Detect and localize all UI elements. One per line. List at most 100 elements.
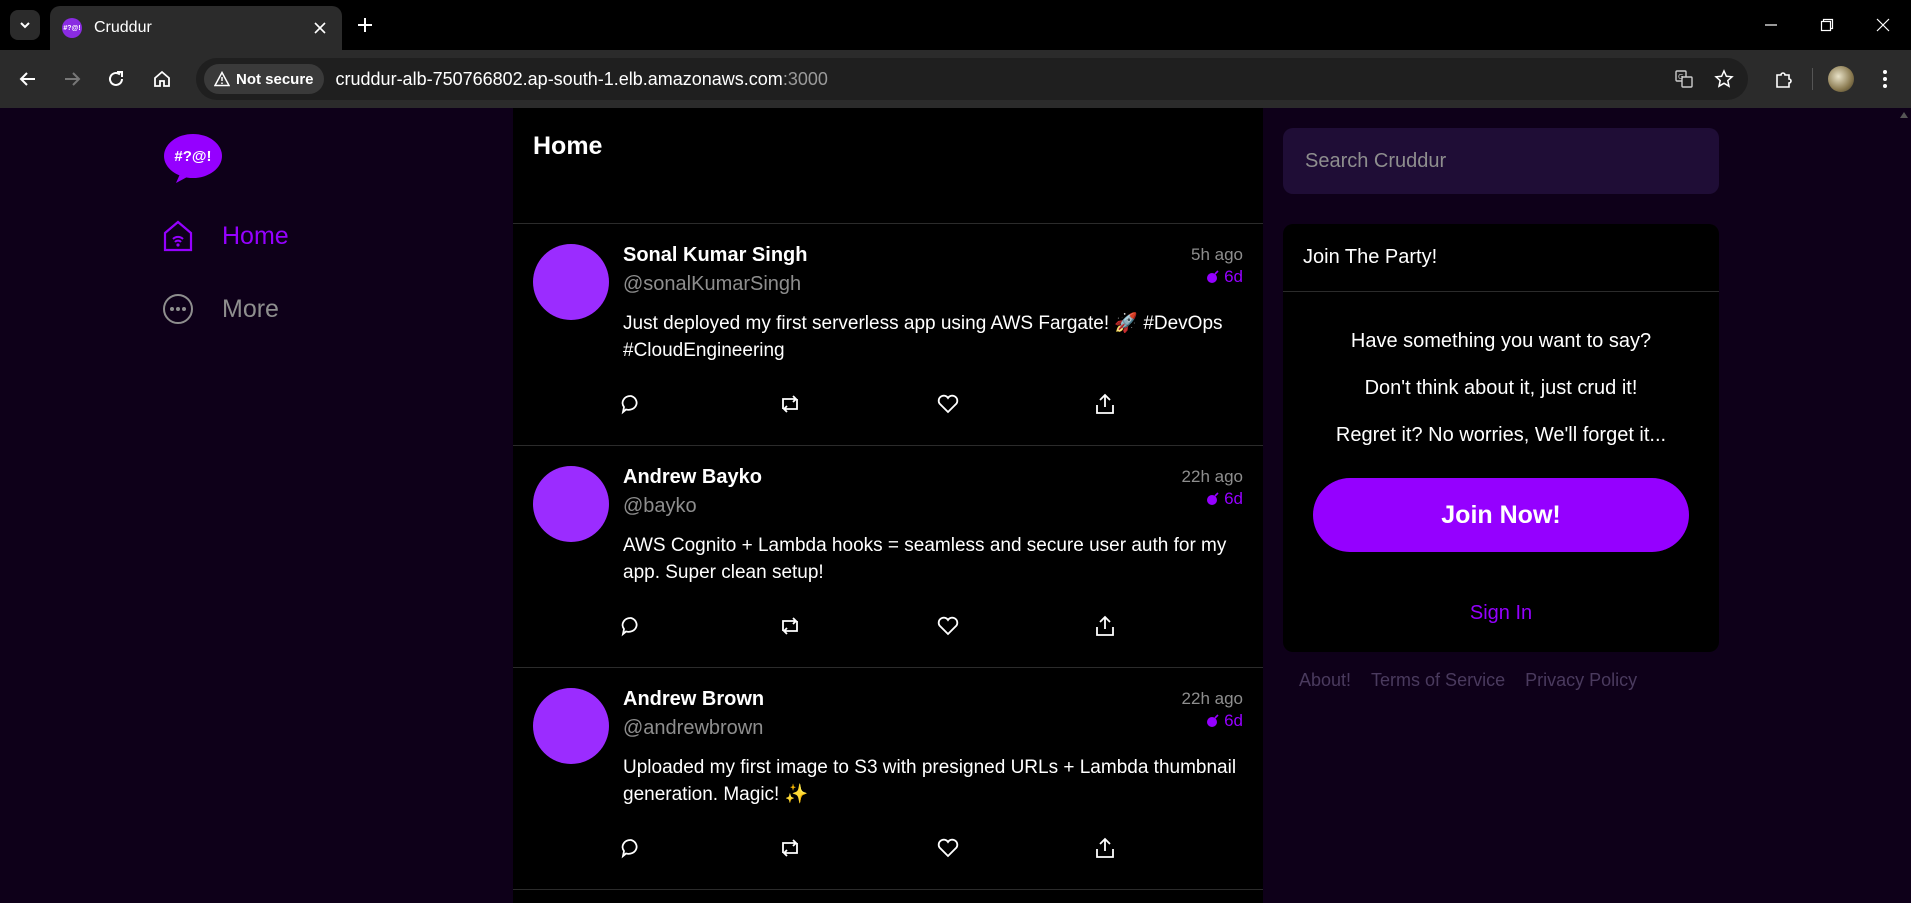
page-content: #?@! Home More Home Sonal Kumar Singh @s…: [0, 108, 1911, 903]
search-input[interactable]: [1283, 128, 1719, 194]
plus-icon: [358, 18, 372, 32]
activity-item[interactable]: Andrew Brown @andrewbrown Uploaded my fi…: [513, 668, 1263, 890]
svg-text:G: G: [1678, 73, 1683, 81]
like-button[interactable]: [936, 391, 1094, 417]
browser-tab[interactable]: #?@! Cruddur: [50, 6, 342, 50]
minimize-button[interactable]: [1743, 0, 1799, 50]
join-text-line: Have something you want to say?: [1350, 330, 1652, 352]
window-controls: [1743, 0, 1911, 50]
browser-tab-bar: #?@! Cruddur: [0, 0, 1911, 50]
join-text-line: Don't think about it, just crud it!: [1364, 377, 1638, 399]
page-title: Home: [533, 132, 603, 160]
share-button[interactable]: [1094, 835, 1252, 861]
nav-item-more[interactable]: More: [162, 289, 279, 329]
url-host: cruddur-alb-750766802.ap-south-1.elb.ama…: [335, 68, 783, 89]
security-indicator[interactable]: Not secure: [204, 64, 324, 94]
heart-icon: [937, 838, 959, 858]
address-bar[interactable]: Not secure cruddur-alb-750766802.ap-sout…: [196, 58, 1748, 100]
display-name[interactable]: Sonal Kumar Singh: [623, 244, 1243, 267]
close-tab-button[interactable]: [310, 18, 330, 38]
handle[interactable]: @sonalKumarSingh: [623, 273, 1243, 296]
created-time: 22h ago: [1181, 467, 1243, 486]
avatar[interactable]: [533, 688, 609, 764]
handle[interactable]: @bayko: [623, 495, 1243, 518]
feed-header: Home: [513, 108, 1263, 224]
arrow-right-icon: [65, 72, 81, 86]
post-time: 22h ago 6d: [1182, 688, 1243, 732]
nav-item-home[interactable]: Home: [162, 216, 289, 256]
join-section: Join The Party! Have something you want …: [1283, 224, 1719, 652]
share-icon: [1096, 837, 1114, 858]
repost-icon: [782, 617, 798, 635]
profile-button[interactable]: [1825, 63, 1857, 95]
minimize-icon: [1765, 24, 1777, 26]
reply-button[interactable]: [620, 391, 778, 417]
reload-icon: [109, 71, 123, 86]
reply-button[interactable]: [620, 835, 778, 861]
forward-button[interactable]: [56, 63, 88, 95]
avatar[interactable]: [533, 466, 609, 542]
post-message: Uploaded my first image to S3 with presi…: [623, 757, 1237, 805]
new-tab-button[interactable]: [352, 12, 378, 38]
close-icon: [1876, 18, 1890, 32]
post-time: 22h ago 6d: [1182, 466, 1243, 510]
url-text[interactable]: cruddur-alb-750766802.ap-south-1.elb.ama…: [336, 69, 828, 90]
repost-button[interactable]: [778, 391, 936, 417]
expires-label: 6d: [1224, 711, 1243, 730]
repost-button[interactable]: [778, 613, 936, 639]
translate-button[interactable]: G: [1668, 63, 1700, 95]
footer-link-privacy[interactable]: Privacy Policy: [1525, 670, 1637, 691]
repost-button[interactable]: [778, 835, 936, 861]
join-title: Join The Party!: [1283, 224, 1719, 292]
tab-search-button[interactable]: [10, 10, 40, 40]
reload-button[interactable]: [100, 63, 132, 95]
like-button[interactable]: [936, 613, 1094, 639]
display-name[interactable]: Andrew Brown: [623, 688, 1243, 711]
bomb-icon: [1207, 270, 1219, 283]
created-time: 22h ago: [1181, 689, 1243, 708]
post-actions: [620, 613, 1252, 639]
reply-icon: [621, 839, 638, 859]
join-text-line: Regret it? No worries, We'll forget it..…: [1335, 424, 1667, 446]
browser-menu-button[interactable]: [1869, 63, 1901, 95]
nav-label-home: Home: [222, 221, 289, 250]
footer-link-about[interactable]: About!: [1299, 670, 1351, 691]
expires-at: 6d: [1191, 266, 1243, 288]
post-actions: [620, 391, 1252, 417]
tab-title: Cruddur: [94, 19, 152, 36]
post-message: AWS Cognito + Lambda hooks = seamless an…: [623, 535, 1227, 583]
arrow-left-icon: [19, 72, 35, 86]
puzzle-icon: [1776, 72, 1792, 88]
expires-label: 6d: [1224, 267, 1243, 286]
join-now-button[interactable]: Join Now!: [1313, 478, 1689, 552]
warning-icon: [214, 71, 230, 87]
nav-label-more: More: [222, 294, 279, 323]
cruddur-logo[interactable]: #?@!: [162, 132, 224, 184]
post-message: Just deployed my first serverless app us…: [623, 313, 1223, 361]
activity-item[interactable]: Andrew Bayko @bayko AWS Cognito + Lambda…: [513, 446, 1263, 668]
share-button[interactable]: [1094, 613, 1252, 639]
share-button[interactable]: [1094, 391, 1252, 417]
more-icon: [163, 294, 193, 324]
security-label: Not secure: [236, 70, 314, 88]
activity-item[interactable]: Sonal Kumar Singh @sonalKumarSingh Just …: [513, 224, 1263, 446]
footer-link-terms[interactable]: Terms of Service: [1371, 670, 1505, 691]
home-button[interactable]: [146, 63, 178, 95]
home-icon: [163, 220, 193, 252]
avatar[interactable]: [533, 244, 609, 320]
reply-icon: [621, 395, 638, 415]
home-icon: [154, 70, 170, 87]
back-button[interactable]: [12, 63, 44, 95]
scroll-up-arrow-icon[interactable]: [1899, 110, 1909, 120]
sign-in-link[interactable]: Sign In: [1283, 602, 1719, 625]
display-name[interactable]: Andrew Bayko: [623, 466, 1243, 489]
extensions-button[interactable]: [1768, 63, 1800, 95]
restore-button[interactable]: [1799, 0, 1855, 50]
like-button[interactable]: [936, 835, 1094, 861]
created-time: 5h ago: [1191, 245, 1243, 264]
reply-button[interactable]: [620, 613, 778, 639]
share-icon: [1096, 393, 1114, 414]
bookmark-button[interactable]: [1708, 63, 1740, 95]
handle[interactable]: @andrewbrown: [623, 717, 1243, 740]
close-window-button[interactable]: [1855, 0, 1911, 50]
